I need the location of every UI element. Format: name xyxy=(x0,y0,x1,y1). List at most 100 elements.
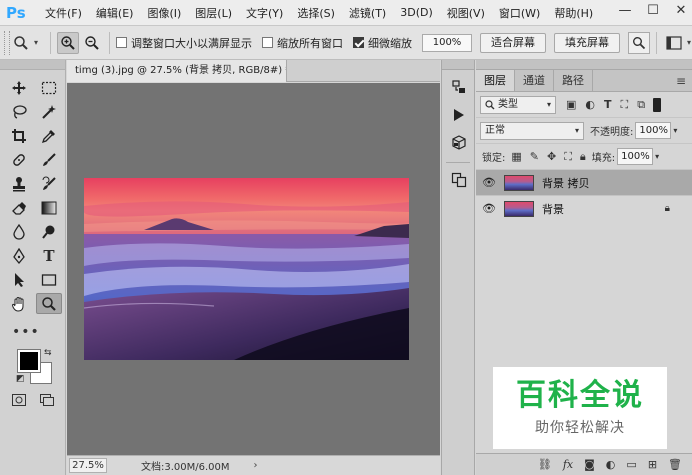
link-layers-icon[interactable]: ⛓ xyxy=(538,458,552,471)
healing-brush-tool-icon[interactable] xyxy=(6,149,32,170)
history-brush-tool-icon[interactable] xyxy=(36,173,62,194)
document-tab[interactable]: timg (3).jpg @ 27.5% (背景 拷贝, RGB/8#) *× xyxy=(67,60,287,82)
opacity-field[interactable]: 100% xyxy=(635,122,672,139)
panel-dock-header[interactable] xyxy=(442,60,474,70)
menu-file[interactable]: 文件(F) xyxy=(38,5,89,21)
canvas-area[interactable] xyxy=(67,83,440,455)
resize-windows-checkbox[interactable]: 调整窗口大小以满屏显示 xyxy=(116,35,252,51)
blur-tool-icon[interactable] xyxy=(6,221,32,242)
filter-type-icon[interactable]: T xyxy=(604,98,612,112)
tab-channels[interactable]: 通道 xyxy=(515,70,554,91)
workspace-icon[interactable] xyxy=(663,32,685,54)
checkbox-box-checked[interactable] xyxy=(353,37,365,48)
zoom-level-field[interactable]: 27.5% xyxy=(69,458,107,473)
fill-field[interactable]: 100% xyxy=(617,148,654,165)
tab-paths[interactable]: 路径 xyxy=(554,70,593,91)
filter-toggle-switch[interactable] xyxy=(653,97,662,112)
lock-image-icon[interactable]: ✎ xyxy=(530,150,539,164)
clone-stamp-tool-icon[interactable] xyxy=(6,173,32,194)
close-icon[interactable]: ✕ xyxy=(674,3,688,18)
zoom-in-icon[interactable] xyxy=(57,31,80,54)
fill-screen-button[interactable]: 填充屏幕 xyxy=(554,32,621,53)
layer-style-icon[interactable]: fx xyxy=(563,458,573,471)
menu-filter[interactable]: 滤镜(T) xyxy=(342,5,393,21)
menu-type[interactable]: 文字(Y) xyxy=(239,5,290,21)
lock-artboard-icon[interactable]: ⛶ xyxy=(564,150,572,164)
screen-mode-icon[interactable] xyxy=(40,394,54,409)
path-selection-tool-icon[interactable] xyxy=(6,269,32,290)
menu-view[interactable]: 视图(V) xyxy=(440,5,492,21)
eye-icon[interactable]: 👁︎ xyxy=(476,176,502,189)
quick-mask-icon[interactable] xyxy=(12,394,26,409)
zoom-tool-preset-icon[interactable] xyxy=(10,32,32,54)
menu-layer[interactable]: 图层(L) xyxy=(188,5,239,21)
zoom-all-windows-checkbox[interactable]: 缩放所有窗口 xyxy=(262,35,343,51)
filter-shape-icon[interactable]: ⛶ xyxy=(621,98,629,112)
quick-selection-tool-icon[interactable] xyxy=(36,101,62,122)
dodge-tool-icon[interactable] xyxy=(36,221,62,242)
swap-colors-icon[interactable]: ⇆ xyxy=(44,348,52,358)
type-tool-icon[interactable]: T xyxy=(36,245,62,266)
new-group-icon[interactable]: ▭ xyxy=(626,458,636,471)
lock-position-icon[interactable]: ✥ xyxy=(547,150,556,164)
history-panel-icon[interactable] xyxy=(448,76,470,98)
workspace-dropdown-icon[interactable]: ▾ xyxy=(687,38,691,47)
menu-select[interactable]: 选择(S) xyxy=(290,5,342,21)
pen-tool-icon[interactable] xyxy=(6,245,32,266)
zoom-out-icon[interactable] xyxy=(81,32,103,54)
panel-menu-icon[interactable]: ≡ xyxy=(676,74,686,88)
new-layer-icon[interactable]: ⊞ xyxy=(648,458,657,471)
layer-filter-select[interactable]: 类型 ▾ xyxy=(480,95,556,114)
menu-window[interactable]: 窗口(W) xyxy=(492,5,547,21)
layers-panel-header[interactable] xyxy=(476,60,692,70)
scrubby-zoom-checkbox[interactable]: 细微缩放 xyxy=(353,35,412,51)
checkbox-box[interactable] xyxy=(262,37,274,48)
filter-smart-object-icon[interactable]: ⧉ xyxy=(637,98,645,112)
layer-mask-icon[interactable]: ◙ xyxy=(584,458,595,471)
adjustment-layer-icon[interactable]: ◐ xyxy=(606,458,616,471)
rectangle-tool-icon[interactable] xyxy=(36,269,62,290)
eyedropper-tool-icon[interactable] xyxy=(36,125,62,146)
delete-layer-icon[interactable]: 🗑︎ xyxy=(668,458,682,471)
eraser-tool-icon[interactable] xyxy=(6,197,32,218)
menu-help[interactable]: 帮助(H) xyxy=(547,5,600,21)
blend-mode-select[interactable]: 正常 ▾ xyxy=(480,121,584,140)
marquee-tool-icon[interactable] xyxy=(36,77,62,98)
checkbox-box[interactable] xyxy=(116,37,128,48)
gradient-tool-icon[interactable] xyxy=(36,197,62,218)
filter-pixel-icon[interactable]: ▣ xyxy=(566,98,576,112)
hand-tool-icon[interactable] xyxy=(6,293,32,314)
fit-screen-button[interactable]: 适合屏幕 xyxy=(480,32,547,53)
maximize-icon[interactable]: ☐ xyxy=(646,3,660,18)
menu-edit[interactable]: 编辑(E) xyxy=(89,5,141,21)
crop-tool-icon[interactable] xyxy=(6,125,32,146)
layer-row-background-copy[interactable]: 👁︎ 背景 拷贝 xyxy=(476,170,692,196)
tab-layers[interactable]: 图层 xyxy=(476,70,515,91)
brush-tool-icon[interactable] xyxy=(36,149,62,170)
tools-panel-header[interactable] xyxy=(0,60,65,70)
foreground-color-swatch[interactable] xyxy=(17,349,41,373)
lock-transparent-icon[interactable]: ▦ xyxy=(511,150,521,164)
photoshop-logo[interactable]: Ps xyxy=(6,3,30,23)
3d-panel-icon[interactable] xyxy=(448,132,470,154)
zoom-percent-field[interactable]: 100% xyxy=(422,33,473,52)
eye-icon[interactable]: 👁︎ xyxy=(476,202,502,215)
zoom-tool-icon[interactable] xyxy=(36,293,62,314)
menu-image[interactable]: 图像(I) xyxy=(140,5,188,21)
document-canvas-image[interactable] xyxy=(84,178,409,360)
more-tools-icon[interactable]: ••• xyxy=(0,314,65,340)
opacity-slider-arrow-icon[interactable]: ▾ xyxy=(673,126,677,135)
preset-dropdown-icon[interactable]: ▾ xyxy=(34,38,38,47)
move-tool-icon[interactable] xyxy=(6,77,32,98)
lasso-tool-icon[interactable] xyxy=(6,101,32,122)
layer-comps-panel-icon[interactable] xyxy=(448,169,470,191)
actions-panel-icon[interactable] xyxy=(448,104,470,126)
filter-adjustment-icon[interactable]: ◐ xyxy=(585,98,595,112)
status-menu-arrow-icon[interactable]: › xyxy=(254,460,258,471)
menu-3d[interactable]: 3D(D) xyxy=(393,6,440,19)
search-icon[interactable] xyxy=(628,31,651,54)
default-colors-icon[interactable]: ◩ xyxy=(16,374,25,384)
fill-slider-arrow-icon[interactable]: ▾ xyxy=(655,152,659,161)
minimize-icon[interactable]: — xyxy=(618,3,632,18)
lock-all-icon[interactable]: 🔒︎ xyxy=(580,150,586,164)
